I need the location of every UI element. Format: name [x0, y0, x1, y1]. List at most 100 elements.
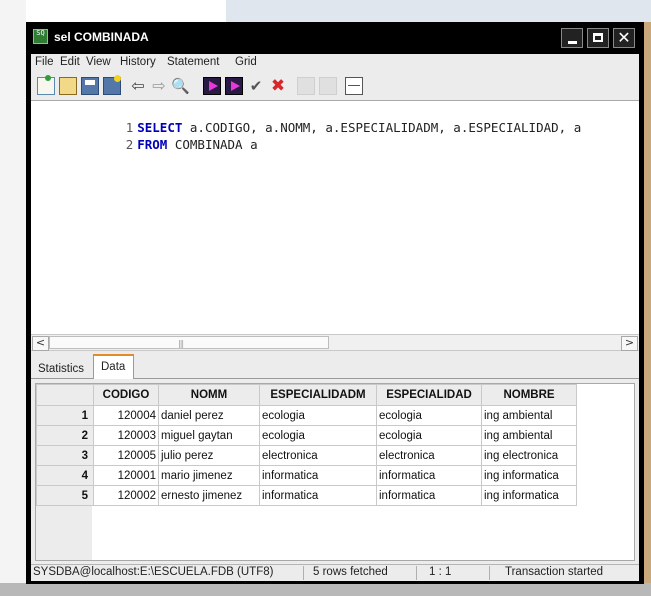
column-header-especialidadm[interactable]: ESPECIALIDADM: [259, 384, 377, 406]
background-right: [643, 22, 651, 596]
cell-especialidad[interactable]: ecologia: [376, 425, 482, 446]
row-number: 3: [36, 445, 94, 466]
cell-codigo[interactable]: 120004: [93, 405, 159, 426]
cell-nombre[interactable]: ing ambiental: [481, 405, 577, 426]
window-client: File Edit View History Statement Grid ⇦ …: [31, 54, 639, 581]
status-divider: [416, 566, 417, 580]
results-grid-area: CODIGO NOMM ESPECIALIDADM ESPECIALIDAD N…: [31, 379, 639, 563]
row-number: 1: [36, 405, 94, 426]
menu-view[interactable]: View: [86, 56, 111, 68]
minimize-button[interactable]: [561, 28, 583, 48]
find-icon[interactable]: 🔍: [171, 77, 190, 95]
save-as-icon[interactable]: [103, 75, 121, 95]
table-row[interactable]: 3 120005 julio perez electronica electro…: [36, 445, 577, 466]
table-row[interactable]: 5 120002 ernesto jimenez informatica inf…: [36, 485, 577, 506]
table-row[interactable]: 1 120004 daniel perez ecologia ecologia …: [36, 405, 577, 426]
cell-nombre[interactable]: ing electronica: [481, 445, 577, 466]
menu-bar: File Edit View History Statement Grid: [31, 54, 639, 72]
app-icon: SQ: [33, 29, 48, 44]
code-line: 1 SELECT a.CODIGO, a.NOMM, a.ESPECIALIDAD…: [31, 105, 582, 135]
sql-keyword: FROM: [137, 137, 168, 152]
horizontal-scrollbar[interactable]: < ||| >: [31, 334, 639, 351]
tab-statistics[interactable]: Statistics: [35, 359, 87, 379]
results-table: CODIGO NOMM ESPECIALIDADM ESPECIALIDAD N…: [36, 384, 577, 506]
cell-codigo[interactable]: 120001: [93, 465, 159, 486]
next-statement-icon[interactable]: ⇨: [150, 77, 168, 95]
status-connection: SYSDBA@localhost:E:\ESCUELA.FDB (UTF8): [33, 566, 274, 578]
row-number: 4: [36, 465, 94, 486]
sql-editor[interactable]: 1 SELECT a.CODIGO, a.NOMM, a.ESPECIALIDAD…: [31, 100, 639, 334]
status-divider: [489, 566, 490, 580]
cell-nomm[interactable]: mario jimenez: [158, 465, 260, 486]
rollback-icon[interactable]: ✖: [269, 77, 287, 95]
cell-especialidad[interactable]: ecologia: [376, 405, 482, 426]
scroll-thumb[interactable]: |||: [49, 336, 329, 349]
cell-nomm[interactable]: ernesto jimenez: [158, 485, 260, 506]
row-number-header: [36, 384, 94, 406]
scroll-grip: |||: [178, 339, 184, 348]
maximize-icon: [593, 33, 603, 42]
cell-especialidadm[interactable]: informatica: [259, 465, 377, 486]
code-line: 2 FROM COMBINADA a: [31, 122, 258, 152]
scroll-right-icon[interactable]: >: [621, 336, 638, 351]
column-header-codigo[interactable]: CODIGO: [93, 384, 159, 406]
cell-nombre[interactable]: ing informatica: [481, 465, 577, 486]
table-row[interactable]: 2 120003 miguel gaytan ecologia ecologia…: [36, 425, 577, 446]
status-cursor-position: 1 : 1: [429, 566, 452, 578]
close-icon: ✕: [617, 28, 631, 47]
column-header-especialidad[interactable]: ESPECIALIDAD: [376, 384, 482, 406]
form-view-icon[interactable]: [345, 77, 363, 95]
cell-nombre[interactable]: ing informatica: [481, 485, 577, 506]
new-query-icon[interactable]: [37, 75, 55, 95]
status-bar: SYSDBA@localhost:E:\ESCUELA.FDB (UTF8) 5…: [31, 564, 639, 581]
disabled-tool-icon: [297, 77, 315, 95]
menu-history[interactable]: History: [120, 56, 156, 68]
cell-codigo[interactable]: 120005: [93, 445, 159, 466]
scroll-left-icon[interactable]: <: [32, 336, 49, 351]
save-icon[interactable]: [81, 77, 99, 95]
sql-window: SQ sel COMBINADA ✕ File Edit View Histor…: [26, 22, 644, 584]
status-divider: [303, 566, 304, 580]
disabled-tool-icon: [319, 77, 337, 95]
status-transaction: Transaction started: [505, 566, 604, 578]
cell-nombre[interactable]: ing ambiental: [481, 425, 577, 446]
cell-especialidad[interactable]: informatica: [376, 465, 482, 486]
menu-file[interactable]: File: [35, 56, 54, 68]
cell-codigo[interactable]: 120003: [93, 425, 159, 446]
header-row: CODIGO NOMM ESPECIALIDADM ESPECIALIDAD N…: [36, 384, 577, 406]
row-number: 2: [36, 425, 94, 446]
cell-nomm[interactable]: julio perez: [158, 445, 260, 466]
toolbar: ⇦ ⇨ 🔍 ✔ ✖: [31, 73, 639, 99]
cell-especialidad[interactable]: electronica: [376, 445, 482, 466]
table-row[interactable]: 4 120001 mario jimenez informatica infor…: [36, 465, 577, 486]
cell-especialidad[interactable]: informatica: [376, 485, 482, 506]
background-top-right: [226, 0, 651, 22]
menu-grid[interactable]: Grid: [235, 56, 257, 68]
results-grid[interactable]: CODIGO NOMM ESPECIALIDADM ESPECIALIDAD N…: [35, 383, 635, 561]
cell-nomm[interactable]: daniel perez: [158, 405, 260, 426]
menu-statement[interactable]: Statement: [167, 56, 219, 68]
column-header-nomm[interactable]: NOMM: [158, 384, 260, 406]
cell-especialidadm[interactable]: electronica: [259, 445, 377, 466]
previous-statement-icon[interactable]: ⇦: [129, 77, 147, 95]
close-button[interactable]: ✕: [613, 28, 635, 48]
row-number: 5: [36, 485, 94, 506]
commit-icon[interactable]: ✔: [247, 77, 265, 95]
cell-codigo[interactable]: 120002: [93, 485, 159, 506]
cell-especialidadm[interactable]: ecologia: [259, 425, 377, 446]
cell-nomm[interactable]: miguel gaytan: [158, 425, 260, 446]
open-folder-icon[interactable]: [59, 77, 77, 95]
status-rows-fetched: 5 rows fetched: [313, 566, 388, 578]
execute-selected-icon[interactable]: [225, 77, 243, 95]
results-tabs: Statistics Data: [31, 354, 639, 379]
line-number: 2: [125, 137, 134, 152]
maximize-button[interactable]: [587, 28, 609, 48]
menu-edit[interactable]: Edit: [60, 56, 80, 68]
execute-icon[interactable]: [203, 77, 221, 95]
title-bar[interactable]: SQ sel COMBINADA ✕: [27, 23, 643, 53]
tab-data[interactable]: Data: [93, 354, 135, 379]
column-header-nombre[interactable]: NOMBRE: [481, 384, 577, 406]
cell-especialidadm[interactable]: informatica: [259, 485, 377, 506]
sql-text: COMBINADA a: [167, 137, 258, 152]
cell-especialidadm[interactable]: ecologia: [259, 405, 377, 426]
